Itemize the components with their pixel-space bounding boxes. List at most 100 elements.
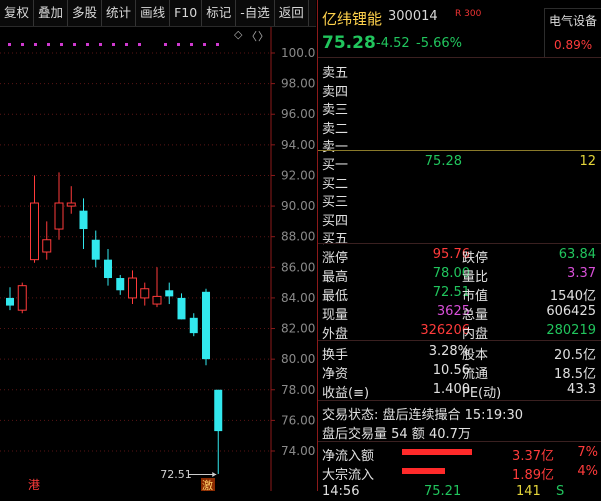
- ma-dot: [203, 43, 206, 46]
- sector-box[interactable]: 电气设备 0.89%: [544, 8, 601, 58]
- candle-body: [42, 239, 52, 253]
- chevron-left-icon[interactable]: 〈: [246, 28, 257, 44]
- toolbar-button-5[interactable]: F10: [170, 0, 203, 26]
- y-tick-label: 98.00: [281, 77, 315, 91]
- ma-dot: [164, 43, 167, 46]
- flow-bar: [402, 468, 445, 474]
- ma-dot: [8, 43, 11, 46]
- flow-value: 1.89亿: [512, 468, 554, 483]
- sector-name: 电气设备: [549, 14, 598, 28]
- y-tick-label: 80.00: [281, 352, 315, 366]
- toolbar-button-4[interactable]: 画线: [136, 0, 171, 26]
- book-row: 现量 3625 总量 606425: [322, 304, 596, 323]
- y-tick-label: 96.00: [281, 107, 315, 121]
- candle-body: [177, 297, 186, 320]
- ma-dot: [34, 43, 37, 46]
- flow-row: 净流入额 3.37亿 7%: [318, 444, 601, 464]
- event-marker: 激: [202, 478, 213, 491]
- candle-body: [6, 297, 14, 306]
- ma-dot: [112, 43, 115, 46]
- book-row: 最低 72.51 市值 1540亿: [322, 285, 596, 304]
- divider: [318, 57, 601, 58]
- price-change: -4.52: [376, 36, 410, 51]
- candle-body: [165, 290, 174, 297]
- flow-label: 大宗流入: [322, 468, 375, 483]
- ma-dot: [125, 43, 128, 46]
- stock-name[interactable]: 亿纬锂能: [322, 8, 382, 29]
- flow-value: 3.37亿: [512, 449, 554, 464]
- candle-body: [30, 202, 39, 261]
- ma-dot: [177, 43, 180, 46]
- toolbar-button-0[interactable]: 复权: [0, 0, 35, 26]
- book-divider: [318, 150, 601, 151]
- chart-nav-controls[interactable]: ◇ 〈 〉: [232, 28, 269, 44]
- book-row: 买二: [322, 176, 349, 192]
- quote-header: 亿纬锂能 300014 R 300 电气设备 0.89% 75.28 -4.52…: [318, 0, 601, 58]
- book-row: 净资 10.56 流通 18.5亿: [322, 363, 596, 382]
- y-tick-label: 78.00: [281, 383, 315, 397]
- r-badge: R 300: [455, 9, 482, 19]
- event-marker: 港: [28, 478, 40, 491]
- y-tick-label: 84.00: [281, 291, 315, 305]
- candle-body: [79, 210, 88, 230]
- low-label: 72.51: [160, 468, 192, 481]
- candle-body: [128, 277, 137, 299]
- flow-pct: 7%: [577, 445, 598, 460]
- y-tick-label: 86.00: [281, 260, 315, 274]
- after-hours-volume: 盘后交易量 54 额 40.7万: [322, 427, 471, 442]
- flow-bar: [402, 449, 472, 455]
- stock-code: 300014: [388, 9, 438, 24]
- y-tick-label: 82.00: [281, 322, 315, 336]
- book-row: 换手 3.28% 股本 20.5亿: [322, 344, 596, 363]
- y-tick-label: 94.00: [281, 138, 315, 152]
- divider: [318, 400, 601, 401]
- candle-body: [202, 291, 210, 360]
- ma-dot: [99, 43, 102, 46]
- toolbar-button-7[interactable]: -自选: [236, 0, 275, 26]
- candle-body: [189, 317, 198, 334]
- tick-row: 14:56 75.21 141 S: [322, 484, 565, 499]
- ma-dot: [190, 43, 193, 46]
- toolbar-button-1[interactable]: 叠加: [34, 0, 69, 26]
- book-row: 外盘 326206 内盘 280219: [322, 323, 596, 342]
- divider: [318, 340, 601, 341]
- flow-label: 净流入额: [322, 449, 375, 464]
- book-row: 卖二: [322, 121, 349, 137]
- quote-panel: 亿纬锂能 300014 R 300 电气设备 0.89% 75.28 -4.52…: [317, 0, 601, 499]
- y-tick-label: 90.00: [281, 199, 315, 213]
- candle-body: [116, 278, 125, 291]
- candle-body: [54, 202, 64, 230]
- y-tick-label: 92.00: [281, 168, 315, 182]
- ma-dot: [73, 43, 76, 46]
- divider: [318, 243, 601, 244]
- diamond-icon[interactable]: ◇: [234, 28, 242, 41]
- y-tick-label: 88.00: [281, 230, 315, 244]
- y-tick-label: 100.0: [281, 46, 315, 60]
- kline-chart[interactable]: 100.0 98.00 96.00 94.00 92.00 90.00 88.00 86.00…: [0, 27, 316, 492]
- book-row: 收益(≡) 1.400 PE(动) 43.3: [322, 382, 596, 401]
- toolbar-button-3[interactable]: 统计: [102, 0, 137, 26]
- toolbar-button-2[interactable]: 多股: [68, 0, 103, 26]
- low-arrow: [212, 471, 217, 477]
- book-row: 卖三: [322, 103, 349, 118]
- toolbar-button-8[interactable]: 返回: [275, 0, 309, 26]
- chart-toolbar: 复权 叠加 多股 统计 画线 F10 标记 -自选 返回: [0, 0, 316, 27]
- candle-body: [140, 288, 150, 299]
- y-tick-label: 76.00: [281, 413, 315, 427]
- book-row: 买三: [322, 195, 349, 210]
- ma-dot: [138, 43, 141, 46]
- book-row: 最高 78.00 量比 3.37: [322, 266, 596, 285]
- flow-row: 大宗流入 1.89亿 4%: [318, 463, 601, 483]
- ma-dot: [60, 43, 63, 46]
- ma-dot: [86, 43, 89, 46]
- price-change-pct: -5.66%: [416, 36, 462, 51]
- candle-body: [17, 285, 27, 311]
- candlestick-svg: 100.0 98.00 96.00 94.00 92.00 90.00 88.00 86.00…: [0, 27, 315, 492]
- ma-dot: [21, 43, 24, 46]
- divider: [318, 441, 601, 442]
- candle-body: [152, 295, 162, 305]
- chevron-right-icon[interactable]: 〉: [258, 28, 269, 44]
- ma-dot: [47, 43, 50, 46]
- toolbar-button-6[interactable]: 标记: [202, 0, 237, 26]
- ma-dot: [216, 43, 219, 46]
